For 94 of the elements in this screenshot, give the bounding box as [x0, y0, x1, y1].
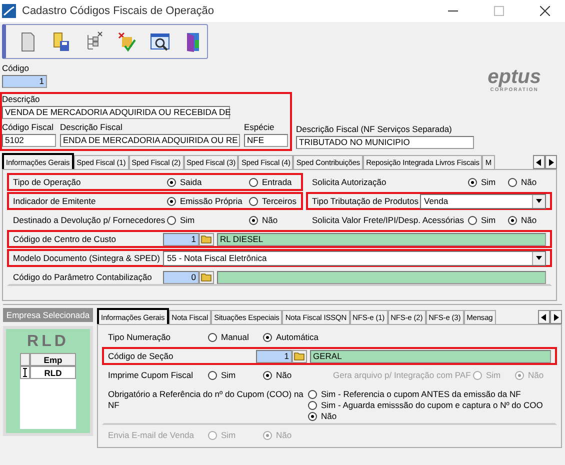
field-label: Tipo Numeração [108, 332, 172, 342]
field-label: Código de Centro de Custo [13, 234, 118, 244]
radio-button[interactable] [468, 178, 477, 186]
radio-button[interactable] [208, 370, 217, 380]
radio-label[interactable]: Não [321, 411, 337, 421]
radio-button[interactable] [308, 412, 317, 420]
triangle-left-icon [541, 314, 547, 320]
radio-label[interactable]: Terceiros [262, 196, 296, 206]
radio-button[interactable] [249, 196, 258, 206]
lookup-button[interactable] [292, 350, 307, 362]
scroll-left-button[interactable] [538, 310, 550, 324]
radio-button[interactable] [249, 216, 258, 224]
folder-icon [294, 352, 305, 360]
company-logo: RLD [27, 333, 69, 351]
radio-button[interactable] [167, 216, 176, 224]
scroll-right-button[interactable] [545, 155, 557, 169]
field-label: Descrição [2, 94, 41, 105]
radio-label[interactable]: Emissão Própria [180, 196, 242, 206]
panel-title: Empresa Selecionada [3, 308, 93, 322]
radio-button[interactable] [508, 216, 517, 224]
lookup-button[interactable] [199, 232, 214, 246]
text-field[interactable]: TRIBUTADO NO MUNICIPIO [296, 136, 474, 149]
description-field: GERAL [310, 350, 551, 362]
copy-disk-icon[interactable] [51, 30, 71, 52]
radio-label[interactable]: Saida [180, 177, 202, 187]
radio-label[interactable]: Não [276, 370, 292, 380]
field-label: Obrigatório a Referência do nº do Cupom (COO) na NF [108, 389, 304, 412]
radio-button[interactable] [167, 196, 176, 206]
search-window-icon[interactable] [150, 30, 170, 52]
scroll-left-button[interactable] [533, 155, 545, 169]
field-label: Código Fiscal [2, 122, 54, 133]
table-cell[interactable]: RLD [30, 366, 76, 379]
scroll-right-button[interactable] [550, 310, 562, 324]
radio-label[interactable]: Não [521, 215, 537, 225]
window-title: Cadastro Códigos Fiscais de Operação [22, 5, 215, 17]
field-label: Modelo Documento (Sintegra & SPED) [13, 252, 161, 264]
code-field[interactable]: 0 [163, 270, 199, 284]
radio-label[interactable]: Não [262, 215, 278, 225]
radio-button[interactable] [167, 178, 176, 186]
description-field: RL DIESEL [217, 232, 546, 246]
radio-label[interactable]: Manual [221, 332, 249, 342]
field-label: Código do Parâmetro Contabilização [13, 272, 153, 282]
field-label: Envia E-mail de Venda [108, 430, 195, 440]
radio-button[interactable] [263, 370, 272, 380]
radio-button[interactable] [468, 216, 477, 224]
radio-button[interactable] [249, 178, 258, 186]
folder-icon [201, 272, 212, 282]
field-label: Solicita Valor Frete/IPI/Desp. Acessórias [312, 214, 465, 226]
radio-button[interactable] [308, 400, 317, 410]
radio-label[interactable]: Entrada [262, 177, 292, 187]
field-label: Código de Seção [108, 350, 174, 362]
radio-label[interactable]: Não [521, 177, 537, 187]
field-label: Descrição Fiscal (NF Serviços Separada) [296, 124, 453, 135]
text-field[interactable]: ENDA DE MERCADORIA ADQUIRIDA OU RE [60, 134, 240, 147]
radio-button[interactable] [308, 390, 317, 398]
code-field[interactable]: 1 [256, 350, 292, 362]
field-label: Solicita Autorização [312, 176, 388, 188]
triangle-right-icon [548, 158, 554, 166]
field-label: Código [2, 63, 30, 74]
radio-label[interactable]: Sim [481, 215, 496, 225]
radio-button[interactable] [508, 178, 517, 186]
radio-label[interactable]: Sim [221, 370, 236, 380]
text-cursor-icon [23, 368, 27, 377]
field-label: Descrição Fiscal [60, 122, 124, 133]
radio-label[interactable]: Automática [276, 332, 319, 342]
triangle-left-icon [536, 158, 542, 166]
code-field[interactable]: 1 [2, 75, 47, 88]
radio-label[interactable]: Sim [481, 177, 496, 187]
text-field[interactable]: 5102 [2, 134, 56, 147]
text-field[interactable]: VENDA DE MERCADORIA ADQUIRIDA OU RECEBIDA DE [2, 106, 230, 119]
radio-button[interactable] [263, 332, 272, 342]
radio-button[interactable] [208, 332, 217, 342]
select-field[interactable]: 55 - Nota Fiscal Eletrônica [163, 250, 546, 266]
triangle-right-icon [553, 314, 559, 320]
field-label: Destinado a Devolução p/ Fornecedores [13, 214, 166, 226]
field-label: Gera arquivo p/ Integração com PAF [333, 370, 472, 380]
field-label: Espécie [244, 122, 276, 133]
triangle-down-icon [536, 254, 542, 262]
lookup-button[interactable] [199, 270, 214, 284]
field-label: Indicador de Emitente [13, 196, 97, 206]
field-label: Tipo Tributação de Produtos [312, 196, 420, 206]
column-header: Emp [30, 353, 76, 366]
radio-label[interactable]: Sim - Referencia o cupom ANTES da emissão da NF [321, 389, 521, 399]
radio-label[interactable]: Sim [180, 215, 195, 225]
radio-label[interactable]: Sim - Aguarda emisssão do cupom e captura o Nº do COO [321, 400, 543, 410]
field-label: Tipo de Operação [13, 176, 82, 188]
text-field[interactable]: NFE [244, 134, 288, 147]
folder-icon [201, 234, 212, 244]
triangle-down-icon [536, 198, 542, 204]
close-icon[interactable] [540, 6, 550, 16]
check-edit-icon[interactable] [117, 30, 137, 52]
select-field[interactable]: Venda [420, 194, 546, 208]
code-field[interactable]: 1 [163, 232, 199, 246]
field-label: Imprime Cupom Fiscal [108, 370, 194, 380]
